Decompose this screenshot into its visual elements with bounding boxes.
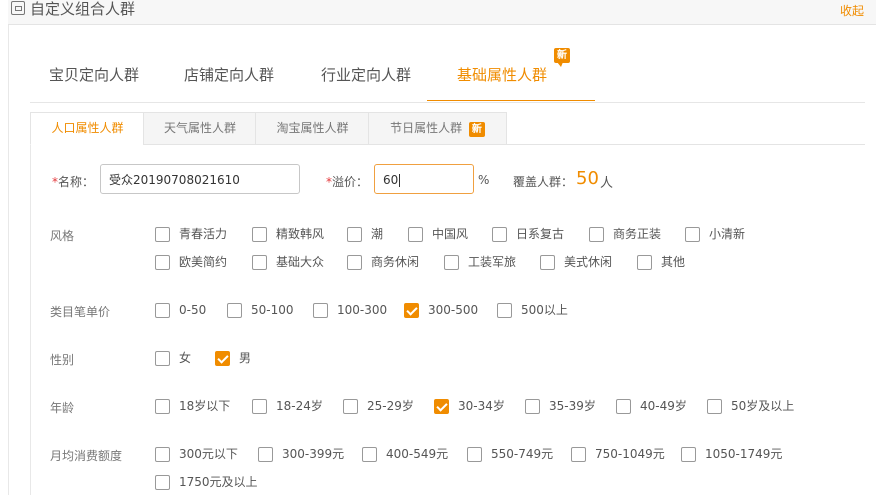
checkbox xyxy=(347,227,362,242)
checkbox xyxy=(155,303,170,318)
checkbox xyxy=(540,255,555,270)
tab-industry-targeting[interactable]: 行业定向人群 xyxy=(321,64,411,85)
checkbox xyxy=(525,399,540,414)
checkbox xyxy=(343,399,358,414)
gender-label: 性别 xyxy=(50,353,75,367)
checkbox xyxy=(408,227,423,242)
tab-item-targeting[interactable]: 宝贝定向人群 xyxy=(49,64,139,85)
checkbox xyxy=(155,227,170,242)
checkbox-checked xyxy=(404,303,419,318)
checkbox xyxy=(155,255,170,270)
new-badge: 新 xyxy=(554,48,570,67)
cover-label: 覆盖人群： xyxy=(513,175,574,189)
checkbox xyxy=(252,399,267,414)
checkbox xyxy=(681,447,696,462)
checkbox xyxy=(252,227,267,242)
checkbox xyxy=(707,399,722,414)
subtab-holiday-label: 节日属性人群 xyxy=(390,121,463,135)
checkbox xyxy=(155,351,170,366)
tab-basic-attributes-label: 基础属性人群 xyxy=(457,66,548,84)
checkbox xyxy=(492,227,507,242)
checkbox-checked xyxy=(434,399,449,414)
checkbox xyxy=(467,447,482,462)
checkbox xyxy=(258,447,273,462)
checkbox xyxy=(616,399,631,414)
checkbox xyxy=(362,447,377,462)
checkbox xyxy=(155,447,170,462)
group-icon xyxy=(11,1,25,15)
checkbox xyxy=(637,255,652,270)
style-label: 风格 xyxy=(50,229,75,243)
subtab-demographic[interactable]: 人口属性人群 xyxy=(30,112,145,145)
spend-label: 月均消费额度 xyxy=(50,449,123,463)
checkbox xyxy=(685,227,700,242)
new-badge: 新 xyxy=(468,122,485,137)
tab-basic-attributes[interactable]: 基础属性人群 xyxy=(427,64,596,101)
subtab-weather[interactable]: 天气属性人群 xyxy=(143,112,257,145)
checkbox xyxy=(444,255,459,270)
premium-label: *溢价： xyxy=(326,175,369,189)
checkbox xyxy=(227,303,242,318)
tab-shop-targeting[interactable]: 店铺定向人群 xyxy=(184,64,274,85)
checkbox xyxy=(497,303,512,318)
premium-value: 60 xyxy=(383,173,399,187)
active-tab-underline xyxy=(427,100,596,101)
collapse-link[interactable]: 收起 xyxy=(840,2,864,19)
checkbox-checked xyxy=(215,351,230,366)
panel-header: 自定义组合人群 收起 xyxy=(8,0,876,25)
age-label: 年龄 xyxy=(50,401,75,415)
checkbox xyxy=(155,475,170,490)
cover-count: 50 xyxy=(576,168,599,189)
cover-unit: 人 xyxy=(600,176,614,191)
name-input[interactable]: 受众20190708021610 xyxy=(100,164,300,194)
premium-input[interactable]: 60 xyxy=(374,164,474,194)
main-tabs: 宝贝定向人群 店铺定向人群 行业定向人群 基础属性人群 新 xyxy=(30,40,865,103)
checkbox xyxy=(571,447,586,462)
name-label: *名称： xyxy=(52,175,95,189)
subtab-holiday[interactable]: 节日属性人群 新 xyxy=(368,112,507,145)
checkbox xyxy=(155,399,170,414)
panel-title: 自定义组合人群 xyxy=(30,0,136,18)
content-frame xyxy=(30,144,866,495)
checkbox xyxy=(313,303,328,318)
subtab-taobao[interactable]: 淘宝属性人群 xyxy=(255,112,370,145)
text-caret xyxy=(399,174,401,187)
checkbox xyxy=(347,255,362,270)
premium-unit: % xyxy=(478,173,490,187)
price-label: 类目笔单价 xyxy=(50,305,111,319)
checkbox xyxy=(589,227,604,242)
checkbox xyxy=(252,255,267,270)
